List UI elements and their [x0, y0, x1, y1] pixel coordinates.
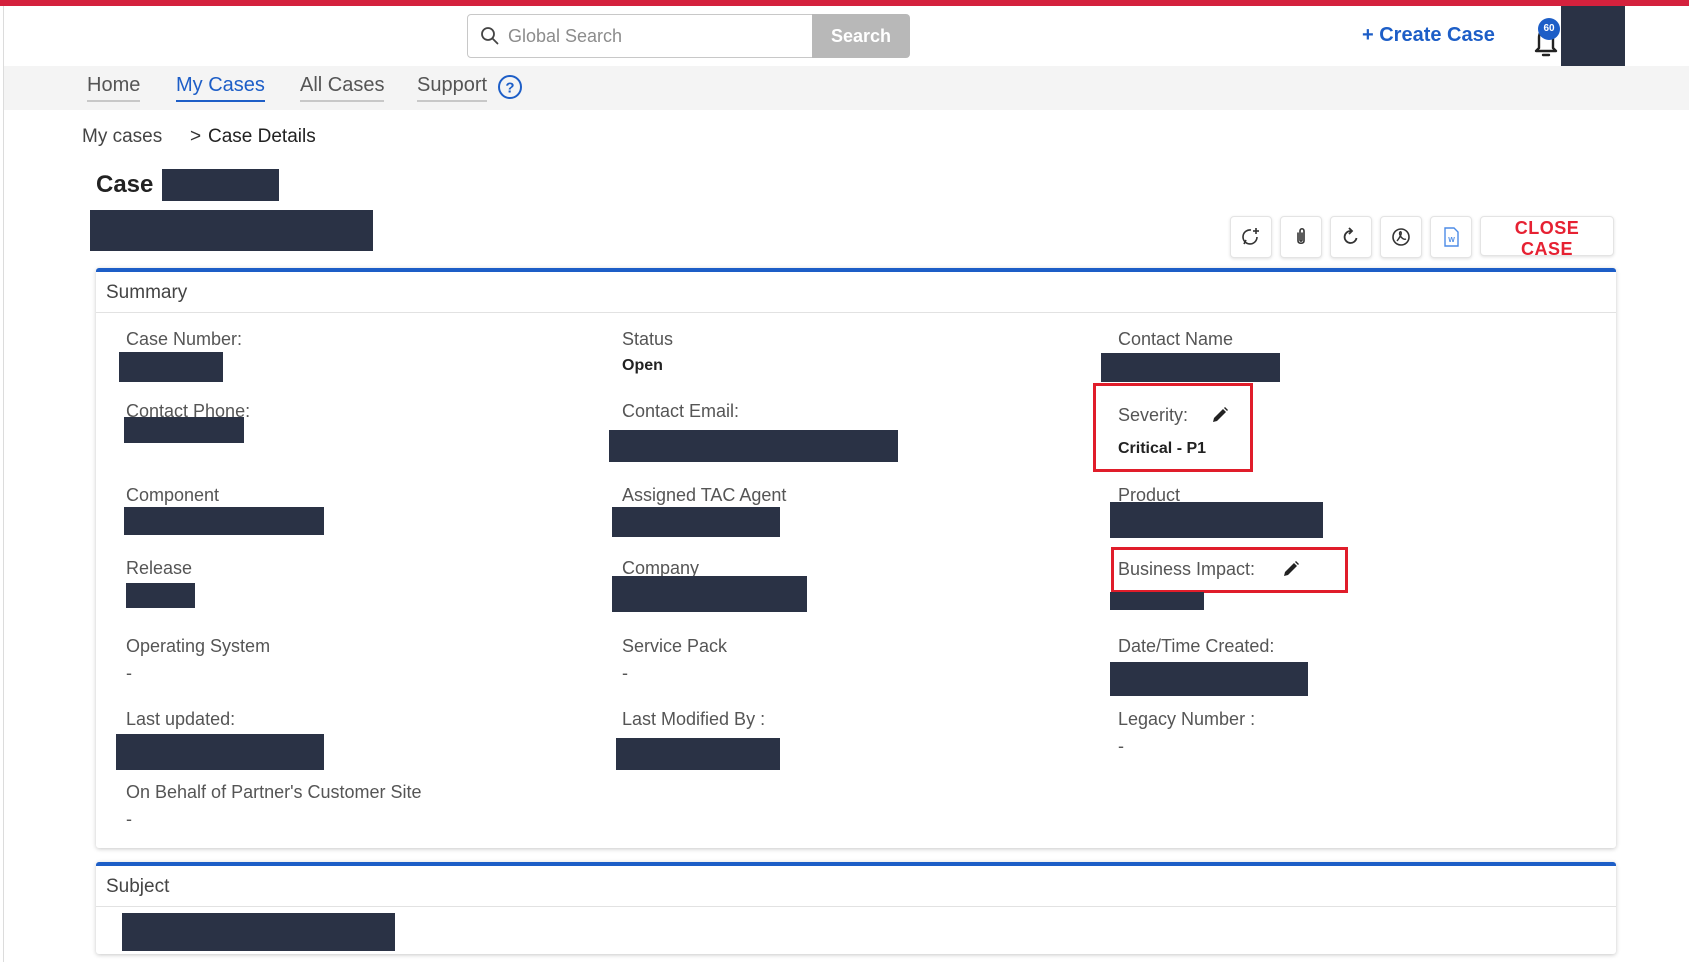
assigned-tac-agent-label: Assigned TAC Agent — [622, 485, 787, 505]
business-impact-label: Business Impact: — [1118, 559, 1256, 579]
redacted-business-impact — [1110, 592, 1204, 610]
comment-add-icon — [1242, 228, 1259, 245]
severity-highlight — [1093, 383, 1253, 472]
export-pdf-button[interactable] — [1380, 216, 1422, 258]
close-case-button[interactable]: CLOSE CASE — [1480, 216, 1614, 259]
status-label: Status — [622, 329, 674, 349]
attach-button[interactable] — [1280, 216, 1322, 258]
contact-name-label: Contact Name — [1118, 329, 1234, 349]
legacy-number-label: Legacy Number : — [1118, 709, 1256, 729]
component-label: Component — [126, 485, 220, 505]
service-pack-value: - — [622, 663, 628, 683]
breadcrumb-separator: > — [190, 126, 202, 147]
pdf-icon — [1392, 228, 1410, 246]
export-word-button[interactable]: W — [1430, 216, 1472, 258]
redacted-contact-name — [1101, 353, 1280, 382]
subject-header: Subject — [106, 876, 170, 897]
case-number-label: Case Number: — [126, 329, 243, 349]
service-pack-label: Service Pack — [622, 636, 728, 656]
nav-my-cases[interactable]: My Cases — [176, 74, 265, 102]
help-icon[interactable]: ? — [497, 74, 523, 100]
word-doc-icon: W — [1444, 227, 1459, 247]
redacted-last-modified-by — [616, 738, 780, 770]
create-case-link[interactable]: + Create Case — [1362, 24, 1495, 47]
edit-severity-icon[interactable] — [1211, 406, 1229, 424]
operating-system-value: - — [126, 663, 132, 683]
svg-text:W: W — [1448, 237, 1455, 244]
nav-all-cases[interactable]: All Cases — [300, 74, 385, 102]
svg-text:?: ? — [505, 80, 514, 97]
severity-value: Critical - P1 — [1118, 440, 1207, 457]
severity-label: Severity: — [1118, 405, 1189, 425]
last-modified-by-label: Last Modified By : — [622, 709, 766, 729]
subject-divider — [96, 906, 1616, 907]
redacted-release — [126, 583, 195, 608]
notification-badge: 60 — [1538, 18, 1560, 40]
redacted-case-id — [162, 169, 279, 201]
search-input[interactable] — [506, 17, 806, 55]
search-button[interactable]: Search — [812, 14, 910, 58]
legacy-number-value: - — [1118, 736, 1124, 756]
user-avatar[interactable] — [1561, 6, 1625, 66]
redacted-case-subtitle — [90, 210, 373, 251]
paperclip-icon — [1297, 227, 1305, 245]
operating-system-label: Operating System — [126, 636, 271, 656]
nav-home[interactable]: Home — [87, 74, 141, 102]
breadcrumb-current: Case Details — [208, 126, 316, 147]
redacted-case-number — [119, 352, 223, 382]
nav-support[interactable]: Support — [417, 74, 488, 102]
redacted-contact-email — [609, 430, 898, 462]
on-behalf-label: On Behalf of Partner's Customer Site — [126, 782, 422, 802]
redacted-component — [124, 507, 324, 535]
edit-business-impact-icon[interactable] — [1282, 560, 1300, 578]
release-label: Release — [126, 558, 193, 578]
breadcrumb-my-cases[interactable]: My cases — [82, 126, 162, 148]
summary-divider — [96, 312, 1616, 313]
page-title: Case — [96, 171, 154, 198]
search-box — [467, 14, 813, 58]
add-comment-button[interactable] — [1230, 216, 1272, 258]
redacted-date-created — [1110, 662, 1308, 696]
summary-panel: Summary Case Number: Contact Phone: Comp… — [96, 268, 1616, 848]
redacted-last-updated — [116, 734, 324, 770]
refresh-button[interactable] — [1330, 216, 1372, 258]
refresh-icon — [1343, 227, 1358, 244]
last-updated-label: Last updated: — [126, 709, 236, 729]
redacted-tac-agent — [612, 507, 780, 537]
date-time-created-label: Date/Time Created: — [1118, 636, 1275, 656]
redacted-subject — [122, 913, 395, 951]
status-value: Open — [622, 357, 663, 374]
redacted-contact-phone — [124, 417, 244, 443]
subject-panel: Subject — [96, 862, 1616, 954]
search-icon — [481, 27, 499, 45]
left-rule — [3, 6, 4, 962]
top-accent-bar — [0, 0, 1689, 6]
contact-email-label: Contact Email: — [622, 401, 740, 421]
redacted-product — [1110, 502, 1323, 538]
global-search: Search — [467, 14, 910, 58]
summary-header: Summary — [106, 282, 188, 303]
main-nav: Home My Cases All Cases Support — [4, 66, 1689, 110]
redacted-company — [612, 576, 807, 612]
on-behalf-value: - — [126, 809, 132, 829]
